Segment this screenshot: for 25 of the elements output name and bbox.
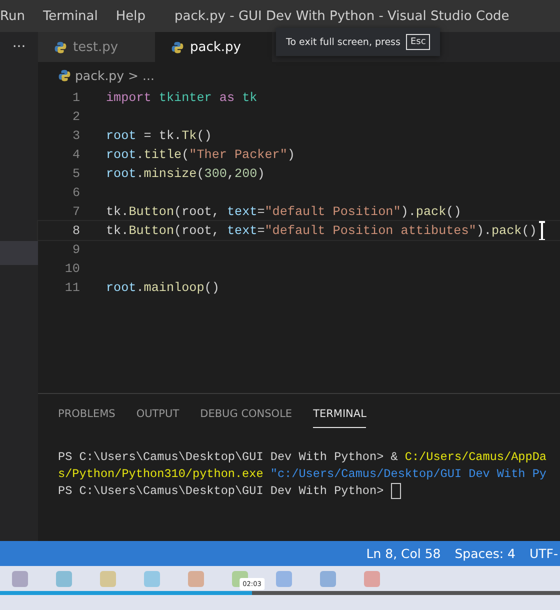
line-number: 11 [64, 280, 80, 294]
window-title: pack.py - GUI Dev With Python - Visual Studio Code [174, 8, 510, 24]
code-line: import tkinter as tk [106, 90, 258, 104]
code-line: root = tk.Tk() [106, 128, 212, 142]
line-number: 7 [71, 204, 80, 218]
code-line: root.title("Ther Packer") [106, 148, 295, 162]
line-number: 10 [64, 262, 80, 276]
terminal-line: PS C:\Users\Camus\Desktop\GUI Dev With Python> & C:/Users/Camus/AppDa [58, 450, 546, 464]
line-number: 8 [71, 224, 80, 238]
line-number: 2 [71, 110, 80, 124]
code-line: tk.Button(root, text="default Position").pack() [106, 204, 462, 218]
code-line: tk.Button(root, text="default Position attibutes").pack() [106, 224, 537, 238]
line-number: 1 [71, 90, 80, 104]
terminal-line: s/Python/Python310/python.exe "c:/Users/Camus/Desktop/GUI Dev With Py [58, 466, 546, 480]
line-number: 3 [71, 128, 80, 142]
code-line: root.minsize(300,200) [106, 166, 265, 180]
notice-text: To exit full screen, press [286, 36, 400, 48]
breadcrumb-separator: > [128, 68, 138, 82]
line-number: 5 [71, 166, 80, 180]
terminal-line: PS C:\Users\Camus\Desktop\GUI Dev With Python> [58, 484, 385, 498]
code-line: root.mainloop() [106, 280, 220, 294]
line-number: 9 [71, 242, 80, 256]
esc-key: Esc [406, 34, 430, 50]
line-number: 4 [71, 148, 80, 162]
line-number: 6 [71, 186, 80, 200]
